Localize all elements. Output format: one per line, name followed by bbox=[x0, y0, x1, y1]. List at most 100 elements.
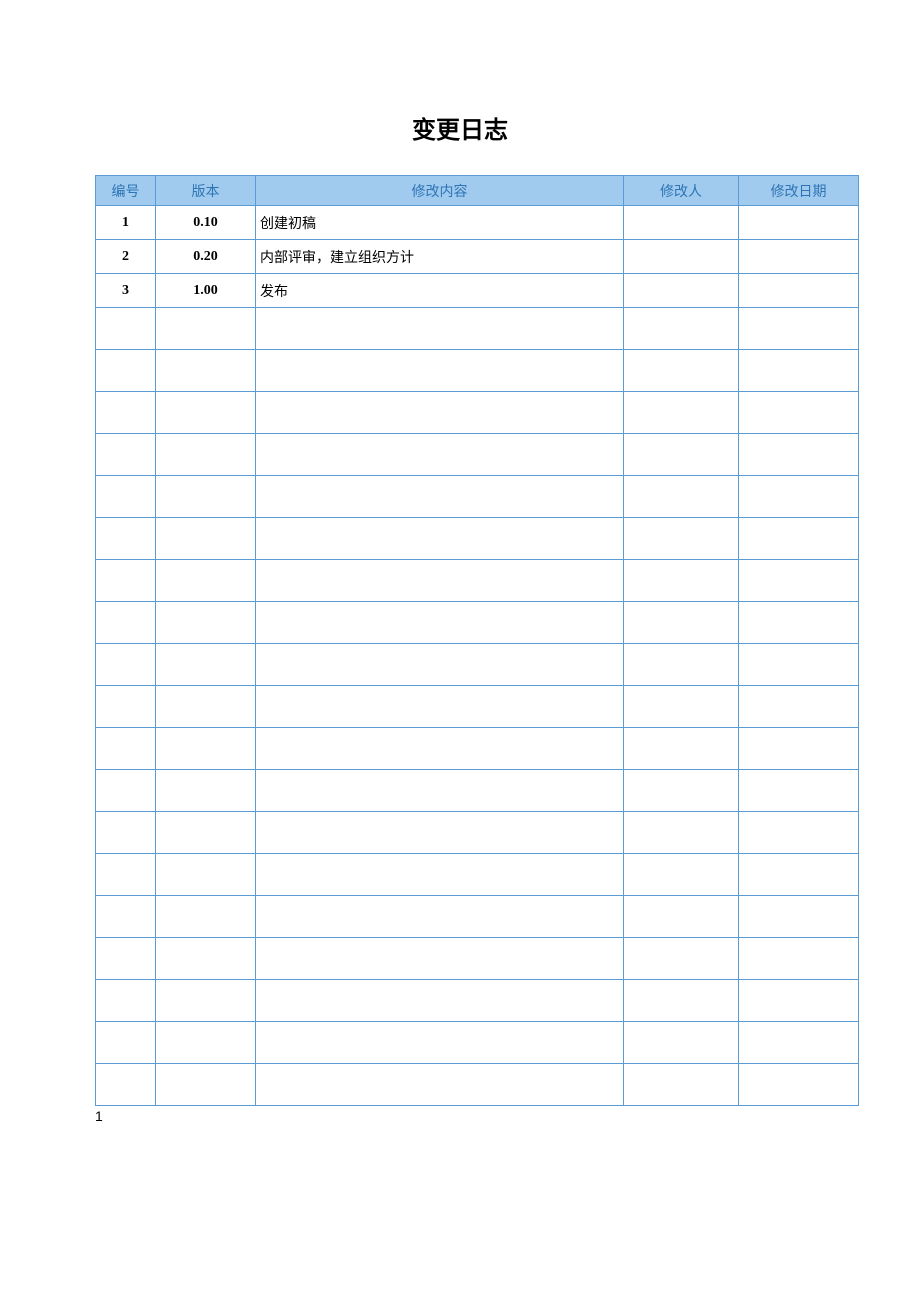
cell-date bbox=[739, 434, 859, 476]
footnote: 1 bbox=[95, 1108, 825, 1124]
cell-ver bbox=[156, 350, 256, 392]
cell-date bbox=[739, 1022, 859, 1064]
table-row bbox=[96, 980, 859, 1022]
cell-who bbox=[624, 350, 739, 392]
table-row bbox=[96, 896, 859, 938]
page: 变更日志 编号 版本 修改内容 修改人 修改日期 10.10创建初稿20.20内… bbox=[0, 0, 920, 1164]
cell-desc bbox=[256, 602, 624, 644]
cell-who bbox=[624, 206, 739, 240]
cell-idx bbox=[96, 1064, 156, 1106]
cell-date bbox=[739, 728, 859, 770]
cell-idx bbox=[96, 644, 156, 686]
cell-who bbox=[624, 392, 739, 434]
cell-idx bbox=[96, 728, 156, 770]
table-row: 31.00发布 bbox=[96, 274, 859, 308]
cell-desc bbox=[256, 644, 624, 686]
table-row bbox=[96, 350, 859, 392]
cell-who bbox=[624, 240, 739, 274]
cell-desc bbox=[256, 896, 624, 938]
col-header-idx: 编号 bbox=[96, 176, 156, 206]
cell-date bbox=[739, 938, 859, 980]
cell-idx bbox=[96, 602, 156, 644]
cell-ver bbox=[156, 938, 256, 980]
table-row bbox=[96, 518, 859, 560]
table-row bbox=[96, 392, 859, 434]
cell-ver bbox=[156, 392, 256, 434]
cell-desc: 创建初稿 bbox=[256, 206, 624, 240]
table-row bbox=[96, 602, 859, 644]
cell-ver bbox=[156, 854, 256, 896]
cell-idx bbox=[96, 476, 156, 518]
table-row bbox=[96, 770, 859, 812]
table-row bbox=[96, 476, 859, 518]
cell-date bbox=[739, 770, 859, 812]
cell-desc bbox=[256, 476, 624, 518]
cell-desc bbox=[256, 560, 624, 602]
cell-date bbox=[739, 686, 859, 728]
table-row bbox=[96, 938, 859, 980]
cell-ver: 1.00 bbox=[156, 274, 256, 308]
cell-who bbox=[624, 518, 739, 560]
cell-ver bbox=[156, 686, 256, 728]
cell-who bbox=[624, 896, 739, 938]
cell-desc bbox=[256, 854, 624, 896]
table-row bbox=[96, 728, 859, 770]
cell-who bbox=[624, 812, 739, 854]
cell-ver bbox=[156, 728, 256, 770]
cell-idx bbox=[96, 518, 156, 560]
table-row bbox=[96, 854, 859, 896]
cell-ver bbox=[156, 1022, 256, 1064]
cell-date bbox=[739, 1064, 859, 1106]
cell-idx bbox=[96, 1022, 156, 1064]
cell-desc bbox=[256, 980, 624, 1022]
cell-date bbox=[739, 350, 859, 392]
cell-idx bbox=[96, 392, 156, 434]
cell-ver bbox=[156, 896, 256, 938]
cell-who bbox=[624, 274, 739, 308]
cell-who bbox=[624, 728, 739, 770]
cell-desc bbox=[256, 728, 624, 770]
cell-date bbox=[739, 308, 859, 350]
cell-ver bbox=[156, 560, 256, 602]
col-header-ver: 版本 bbox=[156, 176, 256, 206]
cell-who bbox=[624, 434, 739, 476]
cell-date bbox=[739, 476, 859, 518]
cell-idx: 3 bbox=[96, 274, 156, 308]
cell-idx bbox=[96, 980, 156, 1022]
col-header-desc: 修改内容 bbox=[256, 176, 624, 206]
cell-date bbox=[739, 896, 859, 938]
cell-desc bbox=[256, 686, 624, 728]
cell-desc bbox=[256, 938, 624, 980]
cell-who bbox=[624, 644, 739, 686]
cell-date bbox=[739, 644, 859, 686]
cell-desc bbox=[256, 518, 624, 560]
cell-who bbox=[624, 938, 739, 980]
cell-date bbox=[739, 518, 859, 560]
cell-date bbox=[739, 602, 859, 644]
cell-idx bbox=[96, 854, 156, 896]
cell-date bbox=[739, 854, 859, 896]
cell-idx bbox=[96, 560, 156, 602]
cell-desc bbox=[256, 308, 624, 350]
cell-ver bbox=[156, 602, 256, 644]
cell-desc: 内部评审，建立组织方计 bbox=[256, 240, 624, 274]
cell-desc bbox=[256, 434, 624, 476]
cell-idx: 2 bbox=[96, 240, 156, 274]
col-header-who: 修改人 bbox=[624, 176, 739, 206]
cell-who bbox=[624, 686, 739, 728]
table-row bbox=[96, 1064, 859, 1106]
cell-date bbox=[739, 274, 859, 308]
cell-desc bbox=[256, 812, 624, 854]
cell-idx: 1 bbox=[96, 206, 156, 240]
cell-desc bbox=[256, 392, 624, 434]
cell-idx bbox=[96, 770, 156, 812]
cell-ver bbox=[156, 518, 256, 560]
cell-date bbox=[739, 812, 859, 854]
cell-who bbox=[624, 308, 739, 350]
cell-idx bbox=[96, 308, 156, 350]
cell-ver bbox=[156, 812, 256, 854]
cell-idx bbox=[96, 434, 156, 476]
cell-ver bbox=[156, 308, 256, 350]
cell-date bbox=[739, 392, 859, 434]
cell-who bbox=[624, 980, 739, 1022]
